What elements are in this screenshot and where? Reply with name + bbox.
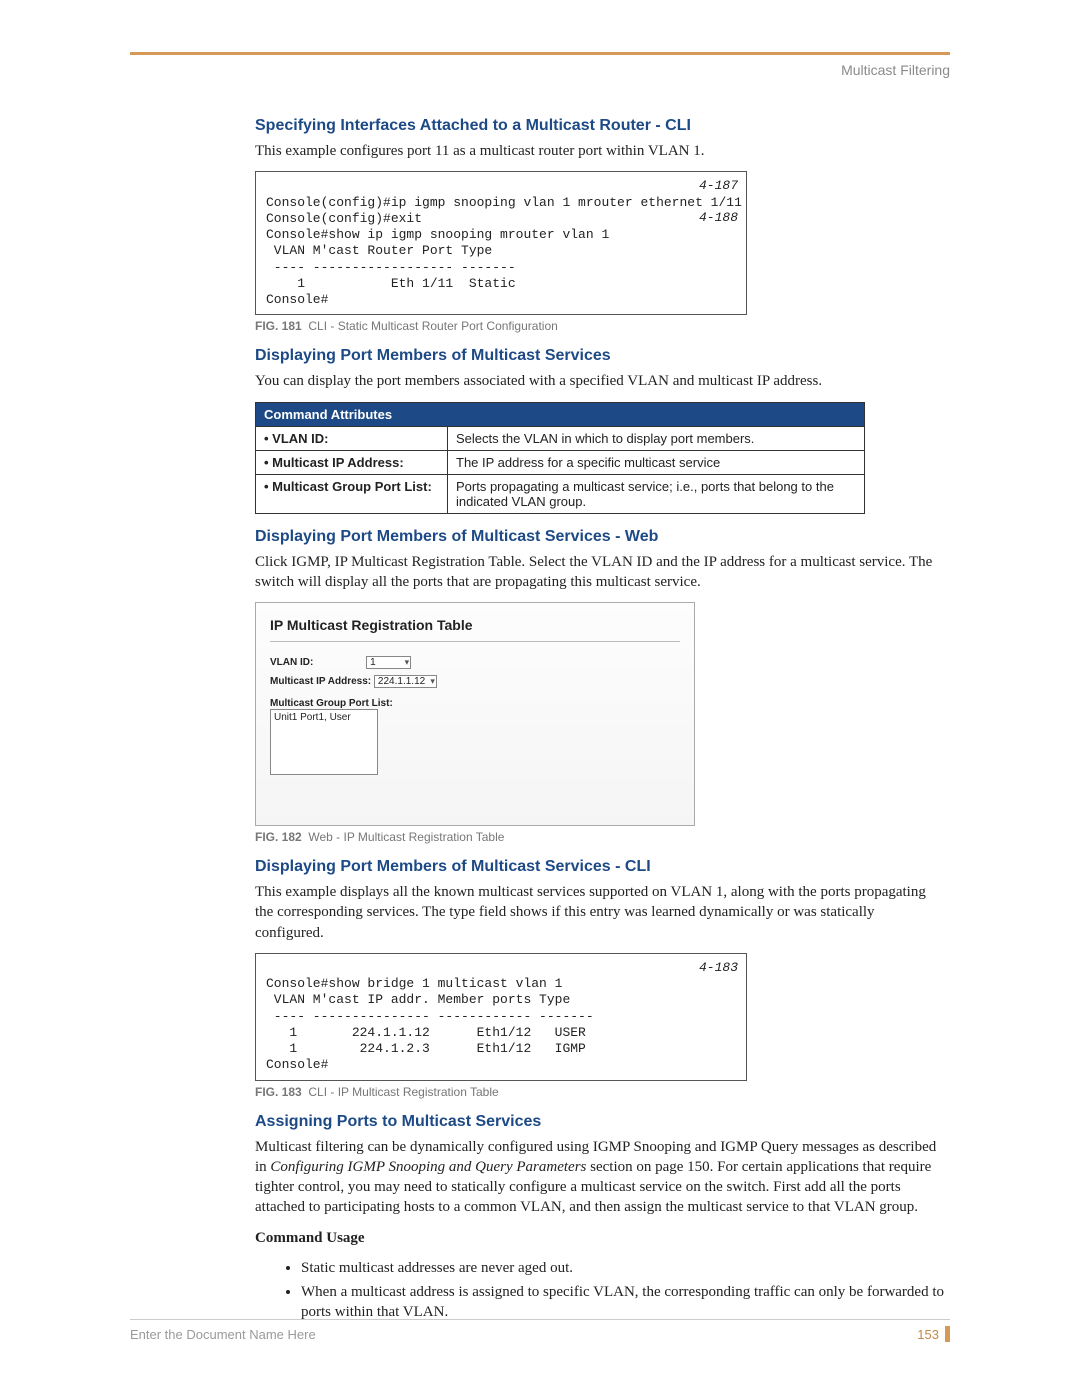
code-line: Console(config)#ip igmp snooping vlan 1 … (266, 195, 742, 210)
code-ref: 4-187 (699, 178, 738, 194)
code-line: VLAN M'cast IP addr. Member ports Type (266, 992, 570, 1007)
figure-caption-183: FIG. 183 CLI - IP Multicast Registration… (255, 1085, 945, 1099)
code-line: Console# (266, 292, 328, 307)
code-line: Console#show ip igmp snooping mrouter vl… (266, 227, 609, 242)
command-attributes-table: Command Attributes • VLAN ID: Selects th… (255, 402, 865, 514)
heading-display-members-web: Displaying Port Members of Multicast Ser… (255, 528, 945, 546)
table-row: • Multicast IP Address: The IP address f… (256, 450, 865, 474)
heading-display-members-cli: Displaying Port Members of Multicast Ser… (255, 858, 945, 876)
table-header: Command Attributes (256, 402, 865, 426)
attr-label: • Multicast Group Port List: (256, 474, 448, 513)
top-rule (130, 52, 950, 55)
heading-spec-intf-cli: Specifying Interfaces Attached to a Mult… (255, 117, 945, 135)
paragraph: This example displays all the known mult… (255, 882, 945, 943)
paragraph: Click IGMP, IP Multicast Registration Ta… (255, 552, 945, 593)
code-line: 1 224.1.1.12 Eth1/12 USER (266, 1025, 586, 1040)
code-ref: 4-183 (699, 960, 738, 976)
footer-docname: Enter the Document Name Here (130, 1327, 316, 1342)
bullet-list: Static multicast addresses are never age… (283, 1258, 945, 1323)
attr-desc: Ports propagating a multicast service; i… (448, 474, 865, 513)
code-ref: 4-188 (699, 210, 738, 226)
list-item: When a multicast address is assigned to … (301, 1282, 945, 1323)
group-port-list-label: Multicast Group Port List: (270, 698, 680, 709)
code-line: Console#show bridge 1 multicast vlan 1 (266, 976, 562, 991)
code-line: ---- ------------------ ------- (266, 260, 516, 275)
figure-caption-181: FIG. 181 CLI - Static Multicast Router P… (255, 319, 945, 333)
table-row: • Multicast Group Port List: Ports propa… (256, 474, 865, 513)
vlan-id-select[interactable]: 1 (366, 656, 411, 669)
code-line: Console(config)#exit (266, 211, 422, 226)
cli-block-1: Console(config)#ip igmp snooping vlan 1 … (255, 171, 747, 315)
command-usage-label: Command Usage (255, 1228, 945, 1248)
multicast-ip-label: Multicast IP Address: (270, 676, 371, 687)
webshot-row-ip: Multicast IP Address: 224.1.1.12 (270, 675, 680, 688)
group-port-listbox[interactable]: Unit1 Port1, User (270, 709, 378, 775)
code-line: ---- --------------- ------------ ------… (266, 1009, 594, 1024)
heading-display-members: Displaying Port Members of Multicast Ser… (255, 347, 945, 365)
cli-block-2: Console#show bridge 1 multicast vlan 1 4-… (255, 953, 747, 1081)
paragraph: This example configures port 11 as a mul… (255, 141, 945, 161)
attr-desc: Selects the VLAN in which to display por… (448, 426, 865, 450)
paragraph: You can display the port members associa… (255, 371, 945, 391)
page: Multicast Filtering Specifying Interface… (0, 0, 1080, 1397)
code-line: 1 224.1.2.3 Eth1/12 IGMP (266, 1041, 586, 1056)
list-item: Static multicast addresses are never age… (301, 1258, 945, 1278)
header-section-title: Multicast Filtering (841, 62, 950, 78)
multicast-ip-select[interactable]: 224.1.1.12 (374, 675, 437, 688)
code-line: VLAN M'cast Router Port Type (266, 243, 492, 258)
code-line: 1 Eth 1/11 Static (266, 276, 516, 291)
attr-label: • VLAN ID: (256, 426, 448, 450)
heading-assigning-ports: Assigning Ports to Multicast Services (255, 1113, 945, 1131)
page-footer: Enter the Document Name Here 153 (130, 1319, 950, 1342)
table-row: • VLAN ID: Selects the VLAN in which to … (256, 426, 865, 450)
page-number: 153 (917, 1327, 939, 1342)
figure-caption-182: FIG. 182 Web - IP Multicast Registration… (255, 830, 945, 844)
content-column: Specifying Interfaces Attached to a Mult… (255, 105, 945, 1327)
code-line: Console# (266, 1057, 328, 1072)
webshot-title: IP Multicast Registration Table (270, 617, 680, 642)
attr-desc: The IP address for a specific multicast … (448, 450, 865, 474)
footer-accent-bar (945, 1326, 950, 1342)
web-screenshot: IP Multicast Registration Table VLAN ID:… (255, 602, 695, 826)
vlan-id-label: VLAN ID: (270, 657, 313, 668)
attr-label: • Multicast IP Address: (256, 450, 448, 474)
paragraph: Multicast filtering can be dynamically c… (255, 1137, 945, 1218)
footer-rule (130, 1319, 950, 1320)
webshot-row-vlan: VLAN ID: 1 (270, 656, 680, 669)
